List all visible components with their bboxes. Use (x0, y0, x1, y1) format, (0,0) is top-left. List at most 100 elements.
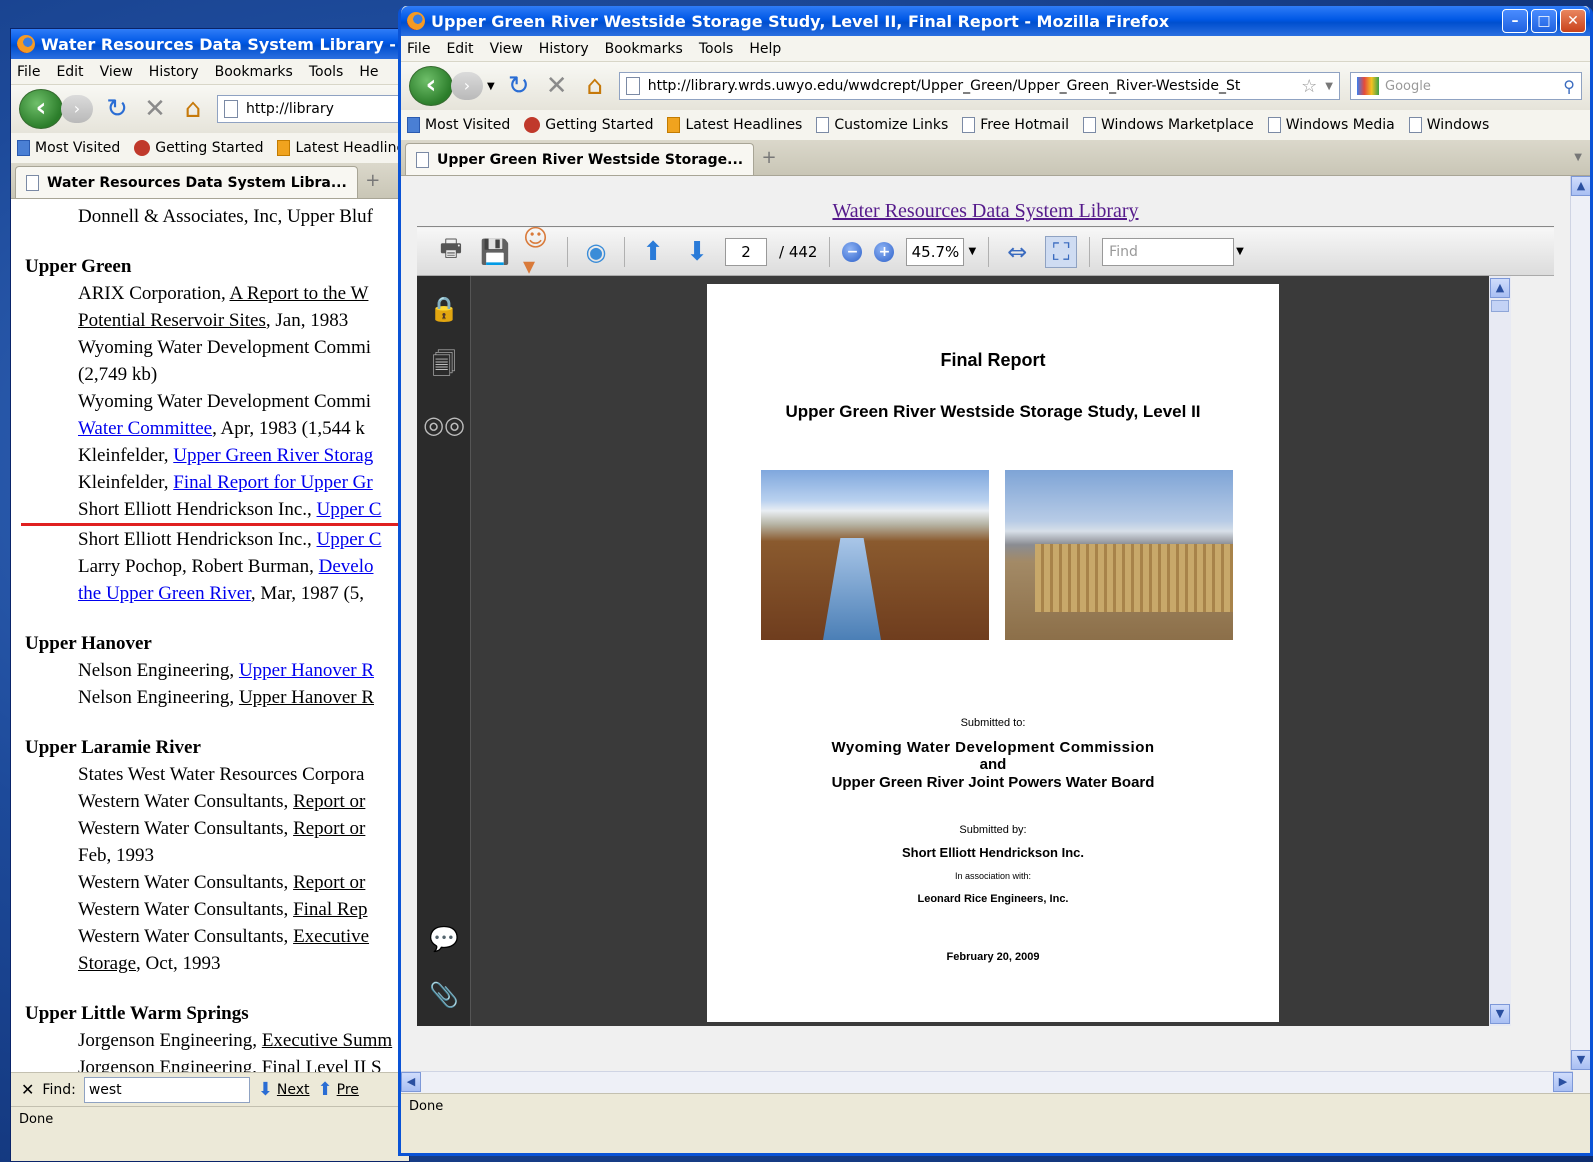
minimize-button[interactable]: – (1502, 9, 1528, 33)
scroll-down-button[interactable]: ▼ (1571, 1050, 1590, 1070)
report-link[interactable]: Final Report for Upper Gr (173, 472, 372, 493)
menu-file[interactable]: File (17, 64, 40, 80)
bookmark-getting-started[interactable]: Getting Started (524, 117, 653, 133)
foreground-browser-window[interactable]: Upper Green River Westside Storage Study… (398, 6, 1593, 1156)
library-link[interactable]: Water Resources Data System Library (401, 200, 1570, 223)
pdf-vertical-scrollbar[interactable]: ▲ ▼ (1489, 276, 1511, 1026)
binoculars-icon[interactable]: ◎◎ (423, 410, 465, 440)
google-engine-icon[interactable] (1357, 77, 1379, 95)
find-next-button[interactable]: ⬇ Next (258, 1079, 310, 1100)
menu-edit[interactable]: Edit (446, 41, 473, 57)
report-link[interactable]: Final Rep (293, 899, 367, 920)
report-link[interactable]: Upper C (317, 529, 382, 550)
bookmark-latest-headlines[interactable]: Latest Headline (277, 140, 405, 156)
background-browser-window[interactable]: Water Resources Data System Library - Wa… (10, 28, 410, 1162)
report-link[interactable]: the Upper Green River (78, 583, 251, 604)
page-horizontal-scrollbar[interactable]: ◀ ▶ (401, 1071, 1573, 1093)
find-dropdown-icon[interactable]: ▼ (1236, 246, 1244, 257)
home-icon[interactable]: ⌂ (581, 71, 609, 101)
front-url-bar[interactable]: http://library.wrds.uwyo.edu/wwdcrept/Up… (618, 72, 1340, 100)
scroll-thumb[interactable] (1491, 300, 1509, 312)
back-button[interactable]: ‹ (19, 89, 63, 129)
report-link[interactable]: Upper C (317, 499, 382, 520)
history-dropdown-icon[interactable]: ▼ (487, 81, 495, 92)
zoom-level-select[interactable]: 45.7% (906, 237, 965, 266)
menu-view[interactable]: View (100, 64, 133, 80)
forward-button[interactable]: › (451, 72, 483, 100)
report-link[interactable]: Storage (78, 953, 136, 974)
previous-page-icon[interactable]: ⬆ (637, 236, 669, 268)
menu-tools[interactable]: Tools (699, 41, 734, 57)
menu-edit[interactable]: Edit (56, 64, 83, 80)
menu-help[interactable]: Help (749, 41, 781, 57)
comments-icon[interactable]: 💬 (429, 924, 459, 954)
menu-help[interactable]: He (359, 64, 378, 80)
bookmark-windows[interactable]: Windows (1408, 117, 1489, 133)
forward-button[interactable]: › (61, 95, 93, 123)
bookmark-windows-media[interactable]: Windows Media (1267, 117, 1395, 133)
report-link[interactable]: Executive Summ (262, 1030, 392, 1051)
menu-bookmarks[interactable]: Bookmarks (605, 41, 683, 57)
report-link[interactable]: Upper Hanover R (239, 660, 374, 681)
scroll-right-button[interactable]: ▶ (1553, 1072, 1573, 1092)
reload-icon[interactable]: ↻ (505, 71, 533, 101)
menu-history[interactable]: History (149, 64, 199, 80)
stop-icon[interactable]: ✕ (141, 94, 169, 124)
report-link[interactable]: Potential Reservoir Sites (78, 310, 266, 331)
scroll-down-button[interactable]: ▼ (1490, 1004, 1510, 1024)
pages-icon[interactable]: 🗐 (429, 350, 459, 382)
bookmark-most-visited[interactable]: Most Visited (407, 117, 510, 133)
zoom-in-icon[interactable]: + (874, 241, 895, 262)
page-vertical-scrollbar[interactable]: ▲ ▼ (1570, 176, 1590, 1070)
report-link[interactable]: Report or (293, 872, 365, 893)
collaborate-icon[interactable]: ◉ (580, 236, 612, 268)
stop-icon[interactable]: ✕ (543, 71, 571, 101)
menu-view[interactable]: View (490, 41, 523, 57)
report-link[interactable]: Upper Hanover R (239, 687, 374, 708)
front-tab[interactable]: Upper Green River Westside Storage... (405, 143, 755, 175)
fit-width-icon[interactable]: ⇔ (1001, 236, 1033, 268)
page-number-input[interactable]: 2 (725, 237, 767, 266)
back-button[interactable]: ‹ (409, 66, 453, 106)
pdf-viewer[interactable]: 🔒 🗐 ◎◎ 💬 📎 Final Report Upper Green Rive… (417, 276, 1511, 1026)
back-url-bar[interactable]: http://library (217, 95, 401, 123)
report-link[interactable]: Executive (293, 926, 369, 947)
fit-page-icon[interactable]: ⛶ (1045, 235, 1078, 268)
print-icon[interactable]: 🖶 (435, 234, 467, 268)
menu-history[interactable]: History (539, 41, 589, 57)
tab-list-dropdown-icon[interactable]: ▼ (1574, 152, 1590, 163)
report-link[interactable]: Report or (293, 818, 365, 839)
scroll-left-button[interactable]: ◀ (401, 1072, 421, 1092)
new-tab-button[interactable]: + (358, 170, 388, 191)
share-icon[interactable]: ☺▾ (523, 224, 555, 280)
pdf-find-input[interactable]: Find (1102, 237, 1235, 266)
back-tab[interactable]: Water Resources Data System Libra... (15, 166, 358, 198)
find-previous-button[interactable]: ⬆ Pre (318, 1079, 359, 1100)
search-icon[interactable]: ⚲ (1563, 77, 1575, 96)
zoom-out-icon[interactable]: − (842, 241, 863, 262)
report-link[interactable]: A Report to the W (229, 283, 368, 304)
bookmark-windows-marketplace[interactable]: Windows Marketplace (1083, 117, 1254, 133)
search-box[interactable]: Google ⚲ (1350, 72, 1582, 100)
save-icon[interactable]: 💾 (479, 236, 511, 268)
zoom-dropdown-icon[interactable]: ▼ (968, 246, 976, 257)
attachment-icon[interactable]: 📎 (429, 980, 459, 1010)
url-dropdown-icon[interactable]: ▼ (1325, 81, 1333, 92)
find-input[interactable] (83, 1076, 250, 1103)
new-tab-button[interactable]: + (754, 147, 784, 168)
close-button[interactable]: ✕ (1560, 9, 1586, 33)
report-link[interactable]: Develo (319, 556, 374, 577)
bookmark-most-visited[interactable]: Most Visited (17, 140, 120, 156)
reload-icon[interactable]: ↻ (103, 94, 131, 124)
bookmark-getting-started[interactable]: Getting Started (134, 140, 263, 156)
front-window-titlebar[interactable]: Upper Green River Westside Storage Study… (401, 6, 1590, 36)
report-link[interactable]: Upper Green River Storag (173, 445, 373, 466)
close-find-icon[interactable]: ✕ (21, 1080, 34, 1099)
home-icon[interactable]: ⌂ (179, 94, 207, 124)
bookmark-latest-headlines[interactable]: Latest Headlines (667, 117, 802, 133)
bookmark-star-icon[interactable]: ☆ (1295, 76, 1317, 97)
report-link[interactable]: Water Committee (78, 418, 212, 439)
bookmark-customize-links[interactable]: Customize Links (816, 117, 948, 133)
maximize-button[interactable]: □ (1531, 9, 1557, 33)
lock-icon[interactable]: 🔒 (429, 294, 459, 324)
